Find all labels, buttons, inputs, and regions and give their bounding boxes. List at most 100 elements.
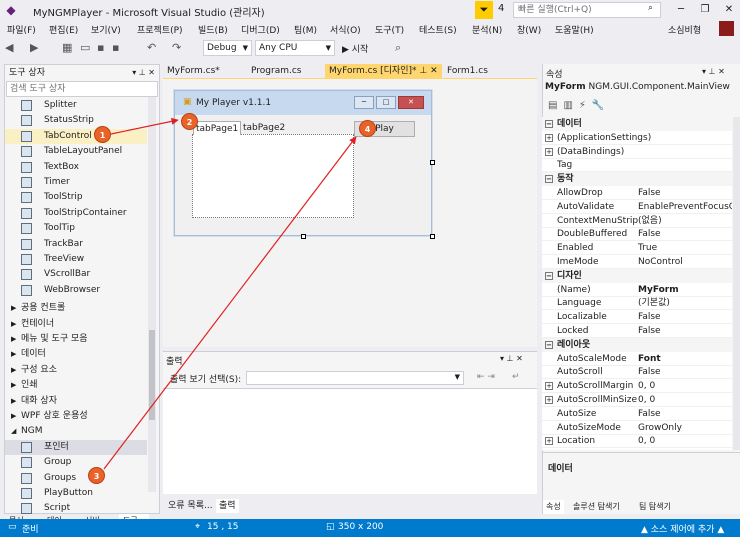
expand-icon[interactable]: + xyxy=(545,382,553,391)
toolbox-item-tabcontrol[interactable]: TabControl xyxy=(5,128,147,144)
properties-scrollbar[interactable] xyxy=(733,117,740,450)
property-row[interactable]: AutoSize False xyxy=(542,407,732,421)
tab-error-list[interactable]: 오류 목록... xyxy=(165,499,216,513)
toolbox-item-treeview[interactable]: TreeView xyxy=(5,252,147,267)
expand-icon[interactable]: + xyxy=(545,437,553,446)
tab-form1-cs[interactable]: Form1.cs xyxy=(443,64,492,79)
toolbox-search-input[interactable]: 검색 도구 상자 xyxy=(6,81,158,97)
undo-icon[interactable]: ↶ xyxy=(147,41,156,55)
toolbox-ngm-item[interactable]: Group xyxy=(5,455,147,470)
property-value[interactable]: False xyxy=(638,310,732,324)
toolbox-category[interactable]: ▶ WPF 상호 운용성 xyxy=(5,409,147,424)
property-category[interactable]: − 데이터 xyxy=(542,117,732,131)
property-row[interactable]: AutoScroll False xyxy=(542,365,732,380)
start-button[interactable]: ▶ 시작 xyxy=(342,42,368,55)
property-row[interactable]: + (DataBindings) xyxy=(542,145,732,159)
property-category[interactable]: − 레이아웃 xyxy=(542,337,732,352)
resize-handle-bottom[interactable] xyxy=(301,234,306,239)
property-value[interactable]: False xyxy=(638,407,732,421)
menu-tools[interactable]: 도구(T) xyxy=(375,23,404,36)
source-control-button[interactable]: ▲ 소스 제어에 추가 ▲ xyxy=(641,522,724,535)
property-value[interactable]: False xyxy=(638,186,732,200)
collapse-icon[interactable]: − xyxy=(545,175,553,184)
tab-solution-explorer[interactable]: 솔루션 탐색기 xyxy=(570,500,623,514)
resize-handle-right[interactable] xyxy=(430,160,435,165)
categorized-icon[interactable]: ▤▥⚡🔧 xyxy=(548,100,610,111)
save-icon[interactable]: ▪ xyxy=(97,41,104,55)
pin-icon[interactable]: ▾ ⊥ ✕ xyxy=(702,67,725,76)
toolbox-item-trackbar[interactable]: TrackBar xyxy=(5,237,147,252)
property-grid[interactable]: − 데이터 + (ApplicationSettings) + (DataBindings… xyxy=(542,117,732,450)
menu-file[interactable]: 파일(F) xyxy=(7,23,36,36)
toolbox-item-textbox[interactable]: TextBox xyxy=(5,160,147,175)
property-row[interactable]: + AutoScrollMinSize 0, 0 xyxy=(542,393,732,407)
toolbox-item-toolstripcontainer[interactable]: ToolStripContainer xyxy=(5,206,147,221)
toolbox-ngm-item[interactable]: PlayButton xyxy=(5,486,147,501)
toolbox-category-ngm[interactable]: ◢ NGM xyxy=(5,424,147,439)
forward-icon[interactable]: ▶ xyxy=(30,41,38,55)
property-category[interactable]: − 디자인 xyxy=(542,268,732,283)
property-row[interactable]: Localizable False xyxy=(542,310,732,325)
collapse-icon[interactable]: − xyxy=(545,271,553,280)
word-wrap-icon[interactable]: ↵ xyxy=(512,372,520,382)
new-project-icon[interactable]: ▦ xyxy=(62,41,72,55)
property-value[interactable]: NoControl xyxy=(638,255,732,269)
resize-handle-corner[interactable] xyxy=(430,234,435,239)
save-all-icon[interactable]: ▪ xyxy=(112,41,119,55)
close-icon[interactable]: ✕ xyxy=(718,1,740,19)
property-row[interactable]: Locked False xyxy=(542,324,732,338)
clear-output-icon[interactable]: ⇤ ⇥ xyxy=(477,372,495,382)
property-value[interactable]: GrowOnly xyxy=(638,421,732,435)
menu-project[interactable]: 프로젝트(P) xyxy=(137,23,183,36)
minimize-icon[interactable]: ─ xyxy=(670,1,692,19)
pin-icon[interactable]: ⊥ xyxy=(419,66,427,76)
menu-help[interactable]: 도움말(H) xyxy=(555,23,594,36)
expand-icon[interactable]: + xyxy=(545,147,553,156)
property-value[interactable]: 0, 0 xyxy=(638,379,732,393)
menu-view[interactable]: 보기(V) xyxy=(91,23,121,36)
menu-analyze[interactable]: 분석(N) xyxy=(472,23,502,36)
notification-count[interactable]: 4 xyxy=(498,3,504,14)
quick-launch-input[interactable]: 빠른 실행(Ctrl+Q) xyxy=(513,2,661,18)
toolbox-category[interactable]: ▶ 메뉴 및 도구 모음 xyxy=(5,332,147,347)
tab-control[interactable] xyxy=(192,134,354,218)
restore-icon[interactable]: ❐ xyxy=(694,1,716,19)
output-text-area[interactable] xyxy=(163,388,537,494)
property-value[interactable]: MyForm xyxy=(638,283,732,297)
property-row[interactable]: Language (기본값) xyxy=(542,296,732,311)
tab-page-2[interactable]: tabPage2 xyxy=(241,121,287,135)
property-row[interactable]: Enabled True xyxy=(542,241,732,256)
toolbox-item-toolstrip[interactable]: ToolStrip xyxy=(5,190,147,205)
output-source-select[interactable]: ▼ xyxy=(246,371,464,385)
toolbox-item-timer[interactable]: Timer xyxy=(5,175,147,190)
property-value[interactable]: EnablePreventFocusC xyxy=(638,200,732,214)
toolbox-category[interactable]: ▶ 공용 컨트롤 xyxy=(5,301,147,316)
avatar[interactable] xyxy=(719,21,734,36)
menu-window[interactable]: 창(W) xyxy=(517,23,541,36)
property-row[interactable]: + Location 0, 0 xyxy=(542,434,732,449)
property-row[interactable]: AllowDrop False xyxy=(542,186,732,200)
tab-output[interactable]: 출력 xyxy=(216,499,239,513)
menu-edit[interactable]: 편집(E) xyxy=(49,23,78,36)
feedback-filter-icon[interactable]: ⏷ xyxy=(475,1,493,19)
toolbox-item-tooltip[interactable]: ToolTip xyxy=(5,221,147,236)
solution-config-select[interactable]: Debug ▼ xyxy=(203,40,252,56)
platform-select[interactable]: Any CPU ▼ xyxy=(255,40,335,56)
collapse-icon[interactable]: − xyxy=(545,120,553,128)
expand-icon[interactable]: + xyxy=(545,396,553,404)
property-row[interactable]: (Name) MyForm xyxy=(542,283,732,297)
search-icon[interactable]: ⌕ xyxy=(648,3,653,13)
property-value[interactable]: True xyxy=(638,241,732,255)
toolbox-item-splitter[interactable]: Splitter xyxy=(5,98,147,113)
menu-team[interactable]: 팀(M) xyxy=(294,23,317,36)
property-value[interactable]: (없음) xyxy=(638,214,732,228)
property-value[interactable]: Font xyxy=(638,352,732,366)
find-icon[interactable]: ⌕ xyxy=(395,41,401,55)
property-row[interactable]: AutoValidate EnablePreventFocusC xyxy=(542,200,732,214)
menu-format[interactable]: 서식(O) xyxy=(330,23,361,36)
property-row[interactable]: AutoSizeMode GrowOnly xyxy=(542,421,732,435)
collapse-icon[interactable]: − xyxy=(545,340,553,349)
open-folder-icon[interactable]: ▭ xyxy=(80,41,90,55)
toolbox-item-tablelayoutpanel[interactable]: TableLayoutPanel xyxy=(5,144,147,159)
toolbox-item-vscrollbar[interactable]: VScrollBar xyxy=(5,267,147,282)
